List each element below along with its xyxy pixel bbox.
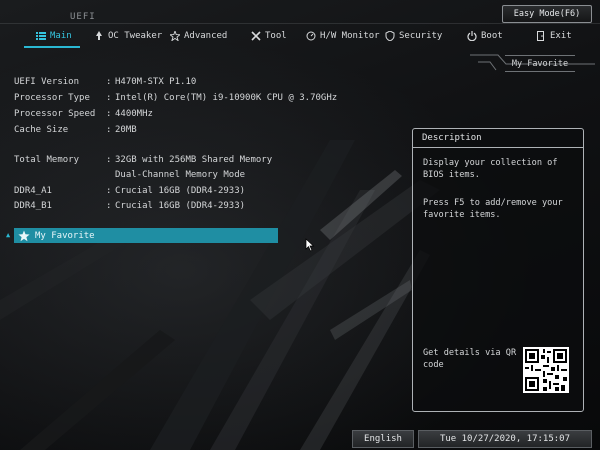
info-separator: : — [106, 201, 112, 211]
info-value: 32GB with 256MB Shared Memory — [115, 155, 273, 165]
tab-exit[interactable]: Exit — [536, 26, 572, 46]
tab-oc-tweaker-label: OC Tweaker — [108, 31, 163, 41]
info-separator: : — [106, 77, 112, 87]
tab-tool-label: Tool — [265, 31, 287, 41]
info-value: Dual-Channel Memory Mode — [115, 170, 246, 180]
my-favorite-label: My Favorite — [35, 230, 95, 241]
info-separator: : — [106, 186, 112, 196]
tab-advanced-label: Advanced — [184, 31, 228, 41]
qr-caption: Get details via QR code — [423, 348, 517, 370]
power-icon — [467, 31, 477, 41]
date-time-display: Tue 10/27/2020, 17:15:07 — [418, 430, 592, 448]
tab-main-label: Main — [50, 31, 72, 41]
tools-icon — [251, 31, 261, 41]
description-line-2: Press F5 to add/remove your favorite ite… — [423, 198, 563, 220]
info-separator: : — [106, 155, 112, 165]
tab-main[interactable]: Main — [36, 26, 72, 46]
info-separator: : — [106, 93, 112, 103]
list-icon — [36, 32, 46, 40]
header-divider — [0, 23, 600, 24]
main-tab-bar: Main OC Tweaker Advanced Tool H/W Monito… — [0, 26, 600, 46]
info-separator: : — [106, 125, 112, 135]
info-value: 4400MHz — [115, 109, 153, 119]
qr-code-image[interactable] — [523, 347, 569, 393]
description-line-1: Display your collection of BIOS items. — [423, 158, 558, 180]
tab-oc-tweaker[interactable]: OC Tweaker — [94, 26, 162, 46]
star-icon — [18, 230, 30, 241]
tab-tool[interactable]: Tool — [251, 26, 287, 46]
tab-security-label: Security — [399, 31, 443, 41]
selection-arrow-icon: ▲ — [6, 231, 11, 239]
my-favorite-item[interactable]: My Favorite — [14, 228, 278, 243]
tab-boot[interactable]: Boot — [467, 26, 503, 46]
language-button[interactable]: English — [352, 430, 414, 448]
shield-icon — [385, 31, 395, 41]
info-key: Cache Size — [14, 125, 69, 135]
info-key: DDR4_A1 — [14, 186, 52, 196]
info-value: Crucial 16GB (DDR4-2933) — [115, 186, 246, 196]
uefi-brand-label: UEFI — [70, 12, 96, 22]
info-value: H470M-STX P1.10 — [115, 77, 197, 87]
my-favorite-badge: My Favorite — [505, 55, 575, 72]
info-key: DDR4_B1 — [14, 201, 52, 211]
info-value: Crucial 16GB (DDR4-2933) — [115, 201, 246, 211]
tab-boot-label: Boot — [481, 31, 503, 41]
description-panel: Description Display your collection of B… — [412, 128, 584, 412]
mouse-pointer-icon — [305, 238, 315, 252]
tab-hw-monitor-label: H/W Monitor — [320, 31, 380, 41]
info-key: Processor Speed — [14, 109, 96, 119]
easy-mode-button[interactable]: Easy Mode(F6) — [502, 5, 592, 23]
info-key: Processor Type — [14, 93, 90, 103]
description-header: Description — [413, 129, 583, 148]
rocket-icon — [96, 31, 102, 40]
description-title: Description — [422, 133, 482, 143]
tab-exit-label: Exit — [550, 31, 572, 41]
tab-hw-monitor[interactable]: H/W Monitor — [306, 26, 380, 46]
active-tab-indicator — [24, 46, 80, 48]
info-key: Total Memory — [14, 155, 80, 165]
info-value: 20MB — [115, 125, 137, 135]
info-key: UEFI Version — [14, 77, 80, 87]
info-separator: : — [106, 109, 112, 119]
monitor-icon — [306, 31, 316, 41]
star-icon — [170, 31, 180, 41]
exit-door-icon — [537, 31, 544, 41]
tab-advanced[interactable]: Advanced — [170, 26, 227, 46]
tab-security[interactable]: Security — [385, 26, 442, 46]
info-value: Intel(R) Core(TM) i9-10900K CPU @ 3.70GH… — [115, 93, 338, 103]
